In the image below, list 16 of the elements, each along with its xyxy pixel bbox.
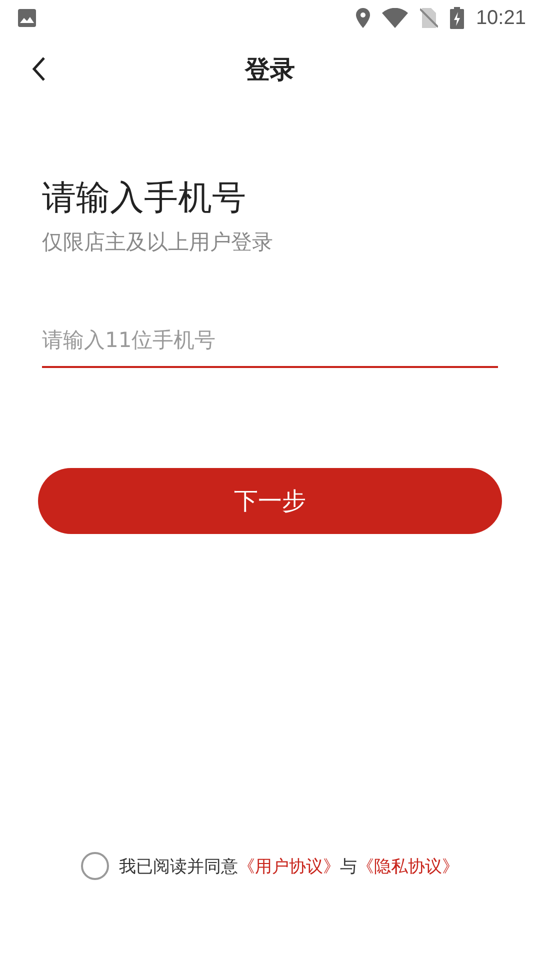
subtitle: 仅限店主及以上用户登录 <box>42 229 274 256</box>
no-sim-icon <box>420 8 438 28</box>
page-title: 登录 <box>245 54 295 86</box>
joiner-text: 与 <box>340 856 357 878</box>
phone-input-field[interactable]: 请输入11位手机号 <box>42 316 498 368</box>
wifi-icon <box>382 8 408 28</box>
location-icon <box>356 8 370 28</box>
image-icon <box>17 8 37 28</box>
heading: 请输入手机号 <box>42 177 247 220</box>
user-agreement-link[interactable]: 《用户协议》 <box>238 854 340 878</box>
agreement-checkbox[interactable] <box>81 852 109 880</box>
privacy-agreement-link[interactable]: 《隐私协议》 <box>357 854 459 878</box>
status-time: 10:21 <box>476 6 526 30</box>
battery-charging-icon <box>450 7 464 29</box>
next-button[interactable]: 下一步 <box>38 468 502 534</box>
agreement-text: 我已阅读并同意 <box>119 856 238 878</box>
